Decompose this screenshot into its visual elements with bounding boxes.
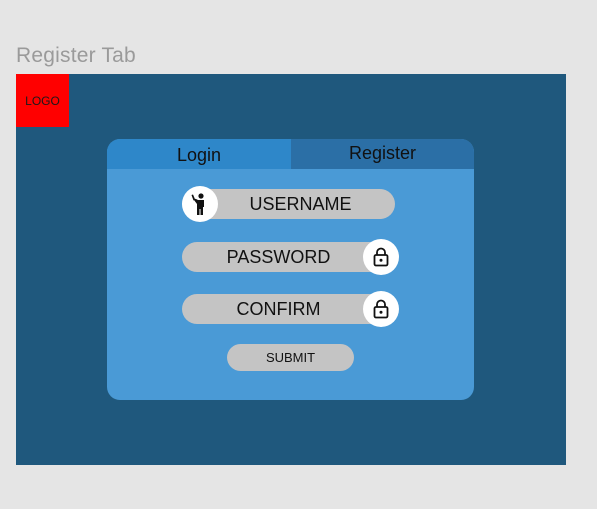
logo-label: LOGO xyxy=(25,93,60,108)
tab-login[interactable]: Login xyxy=(107,139,291,169)
auth-card: Login Register USERNAME PASSWORD CONFIRM… xyxy=(107,139,474,400)
tab-bar: Login Register xyxy=(107,139,474,169)
tab-register[interactable]: Register xyxy=(291,139,474,169)
password-placeholder: PASSWORD xyxy=(226,246,331,267)
register-frame: LOGO Login Register USERNAME PASSWORD CO… xyxy=(16,74,566,465)
username-placeholder: USERNAME xyxy=(249,193,352,214)
person-waving-icon xyxy=(182,186,218,222)
lock-icon xyxy=(363,239,399,275)
lock-icon xyxy=(363,291,399,327)
submit-label: SUBMIT xyxy=(265,350,316,365)
frame-title: Register Tab xyxy=(16,44,136,67)
confirm-placeholder: CONFIRM xyxy=(236,298,321,319)
logo: LOGO xyxy=(16,74,69,127)
submit-button[interactable]: SUBMIT xyxy=(227,344,354,371)
